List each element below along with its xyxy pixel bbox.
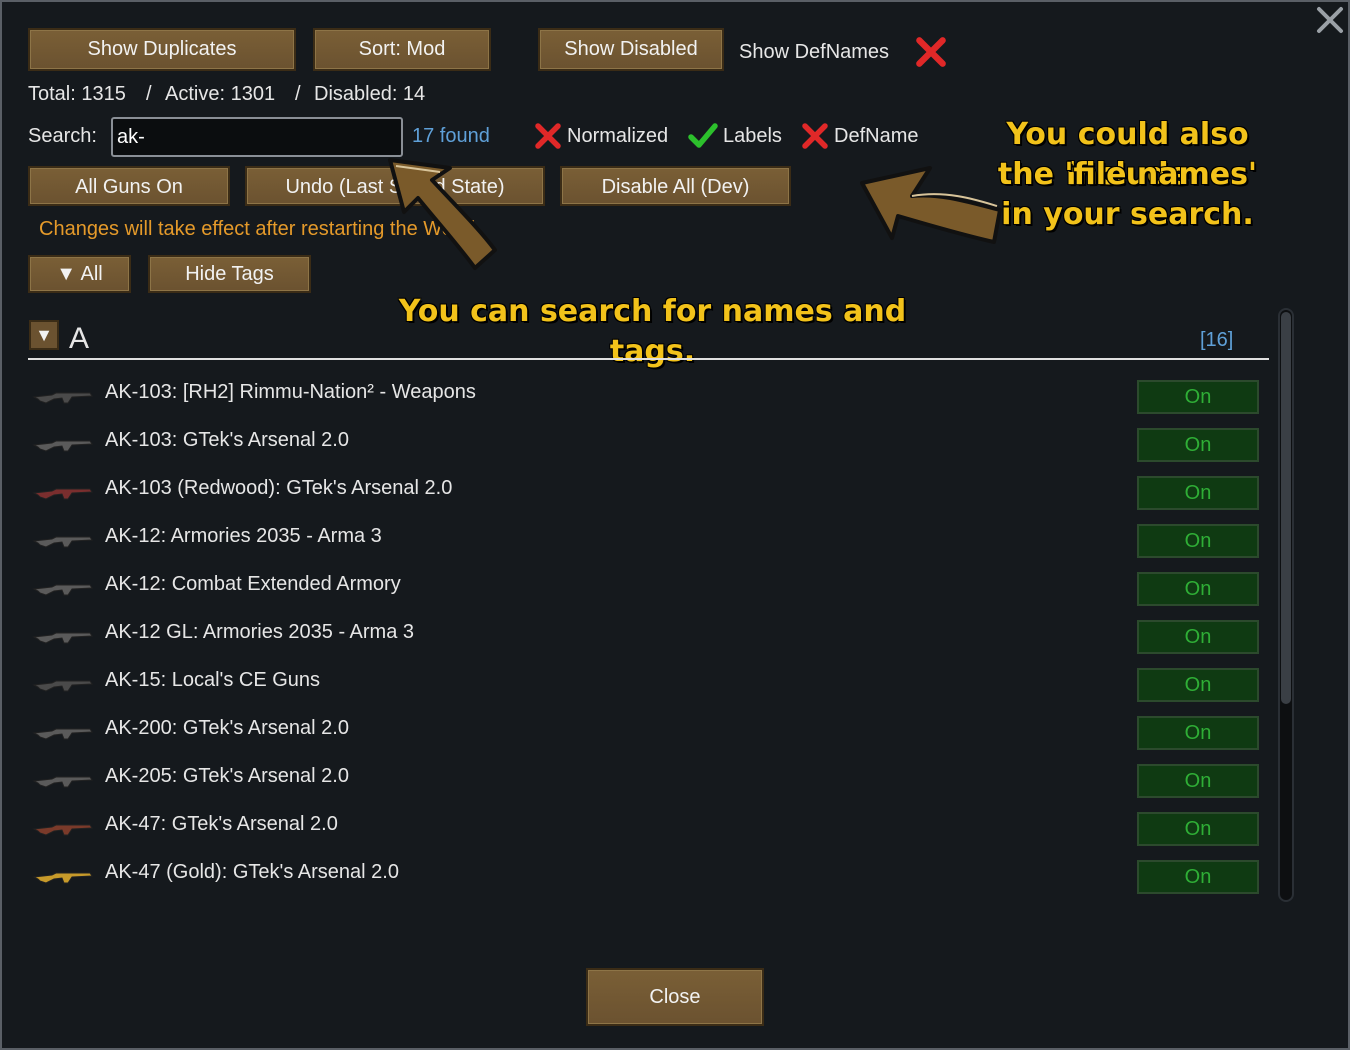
rifle-icon (32, 776, 93, 788)
show-defnames-label: Show DefNames (739, 41, 890, 63)
toggle-on-button[interactable]: On (1137, 668, 1259, 702)
all-guns-on-button[interactable]: All Guns On (28, 166, 230, 206)
list-item-name: AK-15: Local's CE Guns (105, 669, 321, 691)
rifle-icon (32, 536, 93, 548)
defname-label: DefName (834, 125, 919, 147)
toggle-on-button[interactable]: On (1137, 716, 1259, 750)
toggle-on-button[interactable]: On (1137, 764, 1259, 798)
list-item-name: AK-103: GTek's Arsenal 2.0 (105, 429, 349, 451)
toggle-on-button[interactable]: On (1137, 860, 1259, 894)
rifle-icon (32, 584, 93, 596)
toggle-on-button[interactable]: On (1137, 428, 1259, 462)
rifle-icon (32, 872, 93, 884)
file-hint-annotation-line2: the 'file names' (997, 157, 1258, 192)
list-item: AK-103 (Redwood): GTek's Arsenal 2.0 On (28, 469, 1268, 517)
file-hint-annotation-line3: in your search. (1001, 197, 1254, 232)
list-item: AK-12: Armories 2035 - Arma 3 On (28, 517, 1268, 565)
section-divider (28, 358, 1269, 360)
list-item: AK-47: GTek's Arsenal 2.0 On (28, 805, 1268, 853)
list-item-name: AK-103: [RH2] Rimmu-Nation² - Weapons (105, 381, 476, 403)
rifle-icon (32, 680, 93, 692)
rifle-icon (32, 728, 93, 740)
show-duplicates-button[interactable]: Show Duplicates (28, 28, 296, 71)
show-defnames-toggle-x-icon[interactable] (913, 34, 949, 70)
disable-all-button[interactable]: Disable All (Dev) (560, 166, 791, 206)
stats-separator: / (295, 83, 301, 105)
list-item-name: AK-12 GL: Armories 2035 - Arma 3 (105, 621, 415, 643)
list-item: AK-12: Combat Extended Armory On (28, 565, 1268, 613)
list-item-name: AK-205: GTek's Arsenal 2.0 (105, 765, 349, 787)
list-item: AK-200: GTek's Arsenal 2.0 On (28, 709, 1268, 757)
hide-tags-button[interactable]: Hide Tags (148, 255, 311, 293)
normalized-toggle-x-icon[interactable] (533, 121, 563, 151)
active-count: Active: 1301 (165, 83, 276, 105)
rifle-icon (32, 488, 93, 500)
close-button[interactable]: Close (586, 968, 764, 1026)
section-count: [16] (1200, 329, 1234, 351)
labels-label: Labels (723, 125, 782, 147)
arrow-annotation-icon (388, 158, 497, 270)
list-item-name: AK-12: Combat Extended Armory (105, 573, 401, 595)
normalized-label: Normalized (567, 125, 669, 147)
total-count: Total: 1315 (28, 83, 126, 105)
rifle-icon (32, 392, 93, 404)
list-item: AK-47 (Gold): GTek's Arsenal 2.0 On (28, 853, 1268, 901)
list-item: AK-103: [RH2] Rimmu-Nation² - Weapons On (28, 373, 1268, 421)
list-item-name: AK-12: Armories 2035 - Arma 3 (105, 525, 382, 547)
show-disabled-button[interactable]: Show Disabled (538, 28, 724, 71)
toggle-on-button[interactable]: On (1137, 572, 1259, 606)
list-item: AK-12 GL: Armories 2035 - Arma 3 On (28, 613, 1268, 661)
rifle-icon (32, 440, 93, 452)
search-label: Search: (28, 125, 97, 147)
toggle-on-button[interactable]: On (1137, 524, 1259, 558)
rifle-icon (32, 632, 93, 644)
list-item-name: AK-47 (Gold): GTek's Arsenal 2.0 (105, 861, 399, 883)
toggle-on-button[interactable]: On (1137, 620, 1259, 654)
rifle-icon (32, 824, 93, 836)
list-item-name: AK-103 (Redwood): GTek's Arsenal 2.0 (105, 477, 453, 499)
list-item-name: AK-47: GTek's Arsenal 2.0 (105, 813, 338, 835)
close-icon[interactable] (1314, 4, 1346, 36)
list-item: AK-15: Local's CE Guns On (28, 661, 1268, 709)
defname-toggle-x-icon[interactable] (800, 121, 830, 151)
toggle-on-button[interactable]: On (1137, 380, 1259, 414)
scrollbar-thumb[interactable] (1281, 312, 1291, 704)
toggle-on-button[interactable]: On (1137, 476, 1259, 510)
section-collapse-toggle[interactable]: ▼ (29, 320, 59, 350)
disabled-count: Disabled: 14 (314, 83, 426, 105)
search-input[interactable] (111, 117, 403, 157)
all-filter-dropdown[interactable]: ▼ All (28, 255, 131, 293)
labels-toggle-check-icon[interactable] (687, 121, 719, 151)
list-item-name: AK-200: GTek's Arsenal 2.0 (105, 717, 349, 739)
section-letter: A (69, 322, 90, 355)
search-hint-annotation: You can search for names and tags. (398, 294, 907, 369)
toggle-on-button[interactable]: On (1137, 812, 1259, 846)
stats-separator: / (146, 83, 152, 105)
sort-button[interactable]: Sort: Mod (313, 28, 491, 71)
list-item: AK-103: GTek's Arsenal 2.0 On (28, 421, 1268, 469)
list-item: AK-205: GTek's Arsenal 2.0 On (28, 757, 1268, 805)
